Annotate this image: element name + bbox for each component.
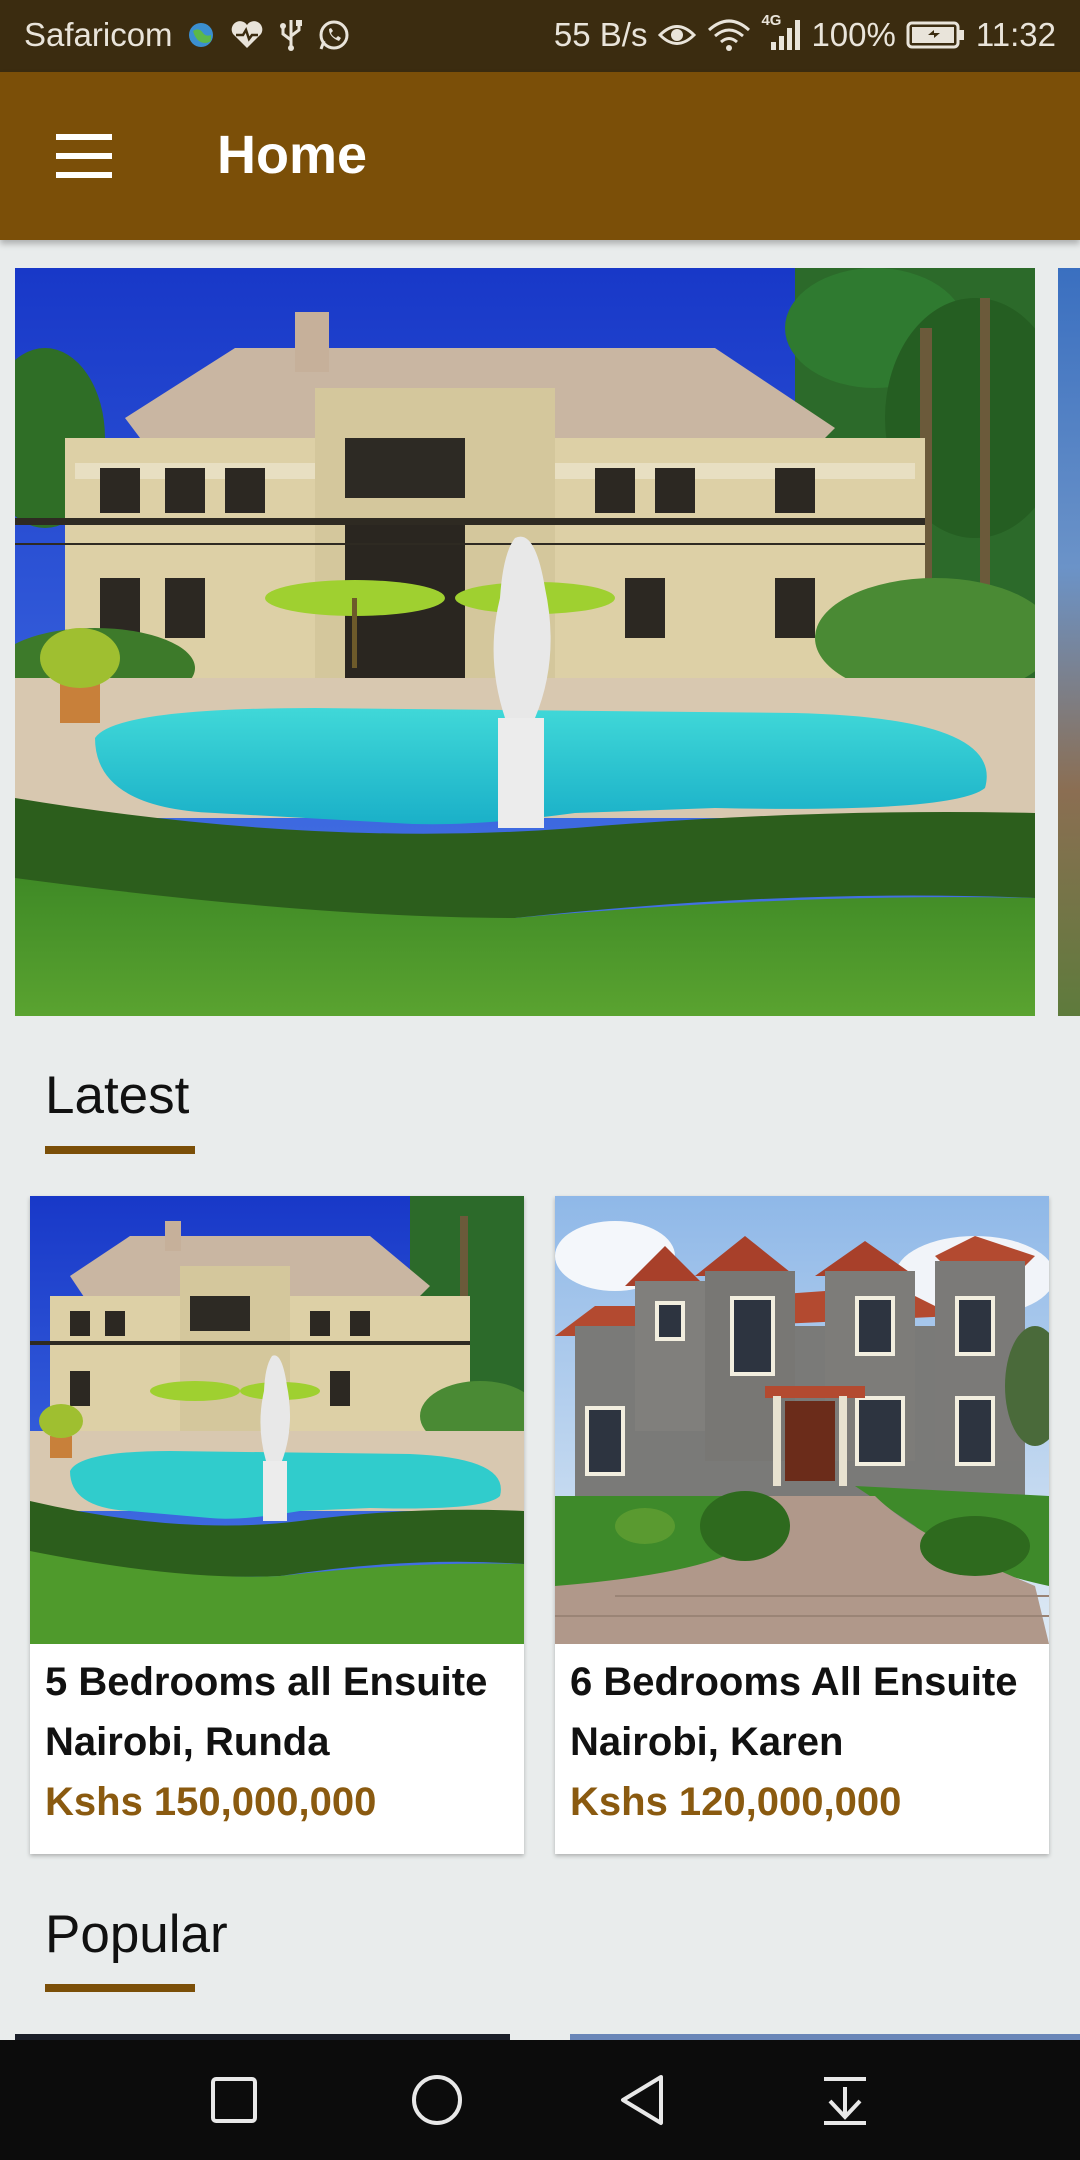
section-title-latest: Latest (45, 1066, 190, 1125)
whatsapp-icon (317, 18, 351, 52)
eye-comfort-icon (657, 20, 697, 50)
clock: 11:32 (975, 16, 1056, 53)
listing-location: Nairobi, Karen (570, 1720, 844, 1764)
recents-icon[interactable] (204, 2070, 264, 2130)
notification-pulldown-icon[interactable] (815, 2070, 875, 2130)
battery-icon (906, 19, 966, 51)
hero-carousel-image[interactable] (15, 268, 1035, 1016)
page-title: Home (217, 125, 368, 185)
listing-title: 6 Bedrooms All Ensuite (570, 1660, 1018, 1704)
network-speed: 55 B/s (553, 16, 648, 53)
globe-icon (185, 19, 217, 51)
cellular-signal-icon: 4G (761, 12, 801, 52)
wifi-icon (707, 18, 751, 52)
back-icon[interactable] (612, 2070, 672, 2130)
section-underline-popular (45, 1984, 195, 1992)
system-navigation-bar (0, 2040, 1080, 2160)
battery-percent: 100% (811, 16, 896, 53)
hamburger-menu-icon[interactable] (40, 124, 126, 188)
listing-location: Nairobi, Runda (45, 1720, 330, 1764)
app-bar: Home (0, 72, 1080, 240)
section-underline-latest (45, 1146, 195, 1154)
usb-icon (277, 18, 305, 52)
listing-price: Kshs 120,000,000 (570, 1780, 902, 1824)
listing-image (30, 1196, 524, 1644)
listing-price: Kshs 150,000,000 (45, 1780, 377, 1824)
network-type: 4G (761, 12, 782, 29)
status-bar: Safaricom 55 B/s 4G 100% 11:32 (0, 0, 1080, 72)
home-icon[interactable] (407, 2070, 467, 2130)
listing-image (555, 1196, 1049, 1644)
listing-title: 5 Bedrooms all Ensuite (45, 1660, 488, 1704)
health-icon (229, 19, 265, 51)
carrier-name: Safaricom (24, 16, 173, 53)
section-title-popular: Popular (45, 1905, 228, 1964)
listing-card[interactable]: 5 Bedrooms all Ensuite Nairobi, Runda Ks… (30, 1196, 524, 1854)
hero-carousel-next-peek[interactable] (1058, 268, 1080, 1016)
listing-card[interactable]: 6 Bedrooms All Ensuite Nairobi, Karen Ks… (555, 1196, 1049, 1854)
